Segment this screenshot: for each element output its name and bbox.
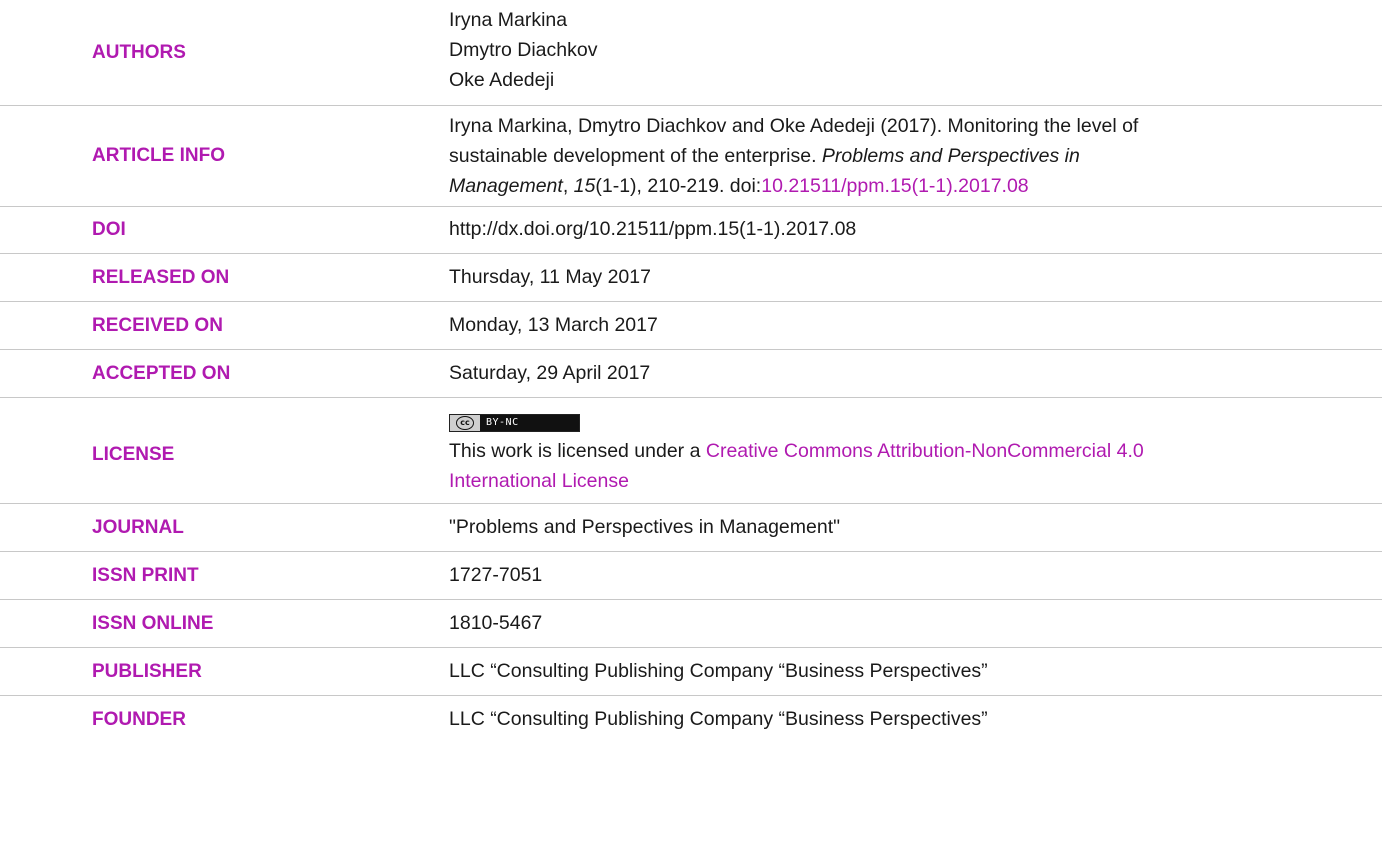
- accepted-on-value: Saturday, 29 April 2017: [449, 362, 651, 384]
- license-value: cc BY-NC This work is licensed under a C…: [449, 404, 1369, 496]
- citation-line: Management, 15(1-1), 210-219. doi:10.215…: [449, 171, 1369, 201]
- authors-value: Iryna Markina Dmytro Diachkov Oke Adedej…: [449, 5, 1369, 95]
- issn-online-label: ISSN ONLINE: [92, 613, 214, 634]
- author-name: Oke Adedeji: [449, 69, 555, 91]
- license-line: International License: [449, 466, 1369, 496]
- author-name: Iryna Markina: [449, 9, 568, 31]
- row-issn-print: ISSN PRINT 1727-7051: [0, 552, 1382, 600]
- cc-by-nc-badge-icon[interactable]: cc BY-NC: [449, 414, 580, 432]
- publisher-value: LLC “Consulting Publishing Company “Busi…: [449, 660, 988, 682]
- released-on-label: RELEASED ON: [92, 267, 230, 288]
- citation-pages: (1-1), 210-219. doi:: [595, 175, 762, 197]
- row-accepted-on: ACCEPTED ON Saturday, 29 April 2017: [0, 350, 1382, 398]
- citation-title-end: sustainable development of the enterpris…: [449, 145, 822, 167]
- publisher-label: PUBLISHER: [92, 661, 202, 682]
- doi-value: http://dx.doi.org/10.21511/ppm.15(1-1).2…: [449, 218, 857, 240]
- citation-journal: Problems and Perspectives in: [821, 145, 1080, 167]
- article-info-value: Iryna Markina, Dmytro Diachkov and Oke A…: [449, 111, 1369, 201]
- citation-journal-cont: Management: [449, 175, 563, 197]
- license-link-cont[interactable]: International License: [449, 470, 629, 492]
- citation-comma: ,: [562, 175, 574, 197]
- accepted-on-label: ACCEPTED ON: [92, 363, 231, 384]
- received-on-label: RECEIVED ON: [92, 315, 223, 336]
- license-prefix: This work is licensed under a: [449, 440, 706, 462]
- cc-mark: cc: [456, 416, 474, 430]
- row-authors: AUTHORS Iryna Markina Dmytro Diachkov Ok…: [0, 0, 1382, 106]
- article-info-label: ARTICLE INFO: [92, 145, 225, 166]
- authors-label: AUTHORS: [92, 42, 186, 63]
- row-publisher: PUBLISHER LLC “Consulting Publishing Com…: [0, 648, 1382, 696]
- row-founder: FOUNDER LLC “Consulting Publishing Compa…: [0, 696, 1382, 743]
- founder-label: FOUNDER: [92, 709, 186, 730]
- citation-line: sustainable development of the enterpris…: [449, 141, 1369, 171]
- journal-value: "Problems and Perspectives in Management…: [449, 516, 841, 538]
- citation-line: Iryna Markina, Dmytro Diachkov and Oke A…: [449, 115, 1139, 137]
- doi-label: DOI: [92, 219, 126, 240]
- license-line: This work is licensed under a Creative C…: [449, 436, 1369, 466]
- released-on-value: Thursday, 11 May 2017: [449, 266, 651, 288]
- license-link[interactable]: Creative Commons Attribution-NonCommerci…: [706, 440, 1144, 462]
- issn-print-value: 1727-7051: [449, 564, 543, 586]
- row-journal: JOURNAL "Problems and Perspectives in Ma…: [0, 504, 1382, 552]
- citation-volume: 15: [573, 175, 596, 197]
- row-released-on: RELEASED ON Thursday, 11 May 2017: [0, 254, 1382, 302]
- cc-terms: BY-NC: [480, 415, 579, 431]
- row-issn-online: ISSN ONLINE 1810-5467: [0, 600, 1382, 648]
- row-article-info: ARTICLE INFO Iryna Markina, Dmytro Diach…: [0, 106, 1382, 207]
- founder-value: LLC “Consulting Publishing Company “Busi…: [449, 708, 988, 730]
- issn-online-value: 1810-5467: [449, 612, 543, 634]
- citation-doi-link[interactable]: 10.21511/ppm.15(1-1).2017.08: [761, 175, 1028, 197]
- cc-icon: cc: [450, 415, 480, 431]
- author-name: Dmytro Diachkov: [449, 39, 598, 61]
- row-doi: DOI http://dx.doi.org/10.21511/ppm.15(1-…: [0, 207, 1382, 254]
- received-on-value: Monday, 13 March 2017: [449, 314, 658, 336]
- license-label: LICENSE: [92, 444, 175, 465]
- row-received-on: RECEIVED ON Monday, 13 March 2017: [0, 302, 1382, 350]
- issn-print-label: ISSN PRINT: [92, 565, 199, 586]
- journal-label: JOURNAL: [92, 517, 184, 538]
- row-license: LICENSE cc BY-NC This work is licensed u…: [0, 398, 1382, 504]
